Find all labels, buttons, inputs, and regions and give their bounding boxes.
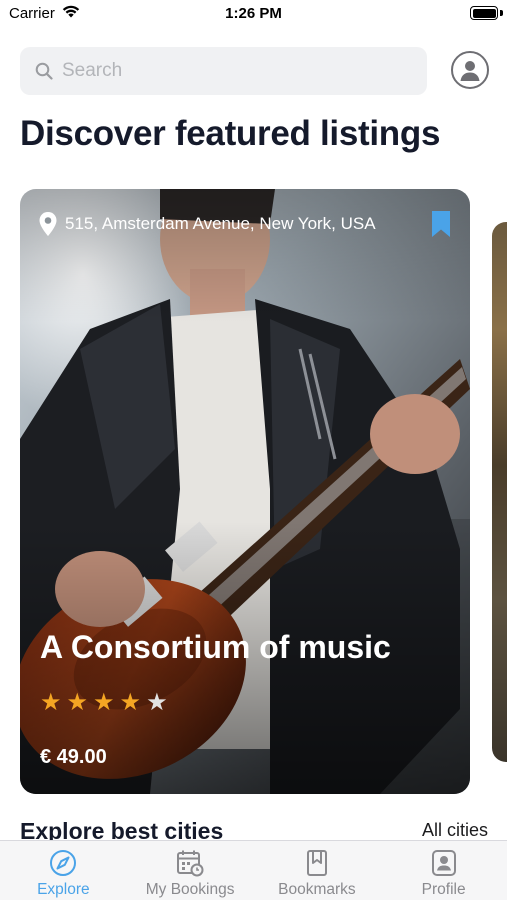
- clock: 1:26 PM: [225, 5, 282, 22]
- star-icon: ★: [146, 689, 168, 716]
- user-icon: [460, 61, 480, 81]
- bookmark-icon: [306, 850, 327, 876]
- avatar-button[interactable]: [451, 51, 489, 89]
- all-cities-link[interactable]: All cities: [422, 820, 488, 841]
- tab-bar: Explore My Bookings Bookmarks Profile: [0, 840, 507, 900]
- star-icon: ★: [93, 689, 115, 716]
- listing-title: A Consortium of music: [40, 629, 391, 665]
- profile-icon: [431, 850, 456, 876]
- search-bar[interactable]: [20, 47, 427, 95]
- tab-explore[interactable]: Explore: [0, 841, 127, 900]
- page-title: Discover featured listings: [20, 114, 441, 153]
- calendar-icon: [177, 850, 204, 877]
- next-listing-card[interactable]: [492, 222, 507, 762]
- tab-label: Profile: [421, 881, 466, 898]
- location-pin-icon: [39, 212, 57, 236]
- tab-profile[interactable]: Profile: [380, 841, 507, 900]
- featured-listing-card[interactable]: 515, Amsterdam Avenue, New York, USA A C…: [20, 189, 470, 794]
- battery-icon: [470, 6, 498, 20]
- status-bar: Carrier 1:26 PM: [0, 0, 507, 30]
- star-icon: ★: [66, 689, 89, 716]
- bookmark-icon[interactable]: [432, 211, 450, 237]
- battery-tip: [500, 10, 503, 16]
- location-text: 515, Amsterdam Avenue, New York, USA: [65, 214, 376, 233]
- tab-bookmarks[interactable]: Bookmarks: [254, 841, 381, 900]
- search-icon: [35, 62, 53, 80]
- listing-price: € 49.00: [40, 746, 107, 768]
- tab-my-bookings[interactable]: My Bookings: [127, 841, 254, 900]
- compass-icon: [50, 850, 77, 876]
- listing-location: 515, Amsterdam Avenue, New York, USA: [39, 211, 376, 237]
- star-rating: ★ ★ ★ ★ ★: [40, 691, 168, 715]
- tab-label: My Bookings: [145, 881, 235, 898]
- star-icon: ★: [40, 689, 62, 716]
- star-icon: ★: [119, 689, 142, 716]
- tab-label: Explore: [37, 881, 90, 898]
- search-input[interactable]: [62, 47, 422, 95]
- tab-label: Bookmarks: [278, 881, 356, 898]
